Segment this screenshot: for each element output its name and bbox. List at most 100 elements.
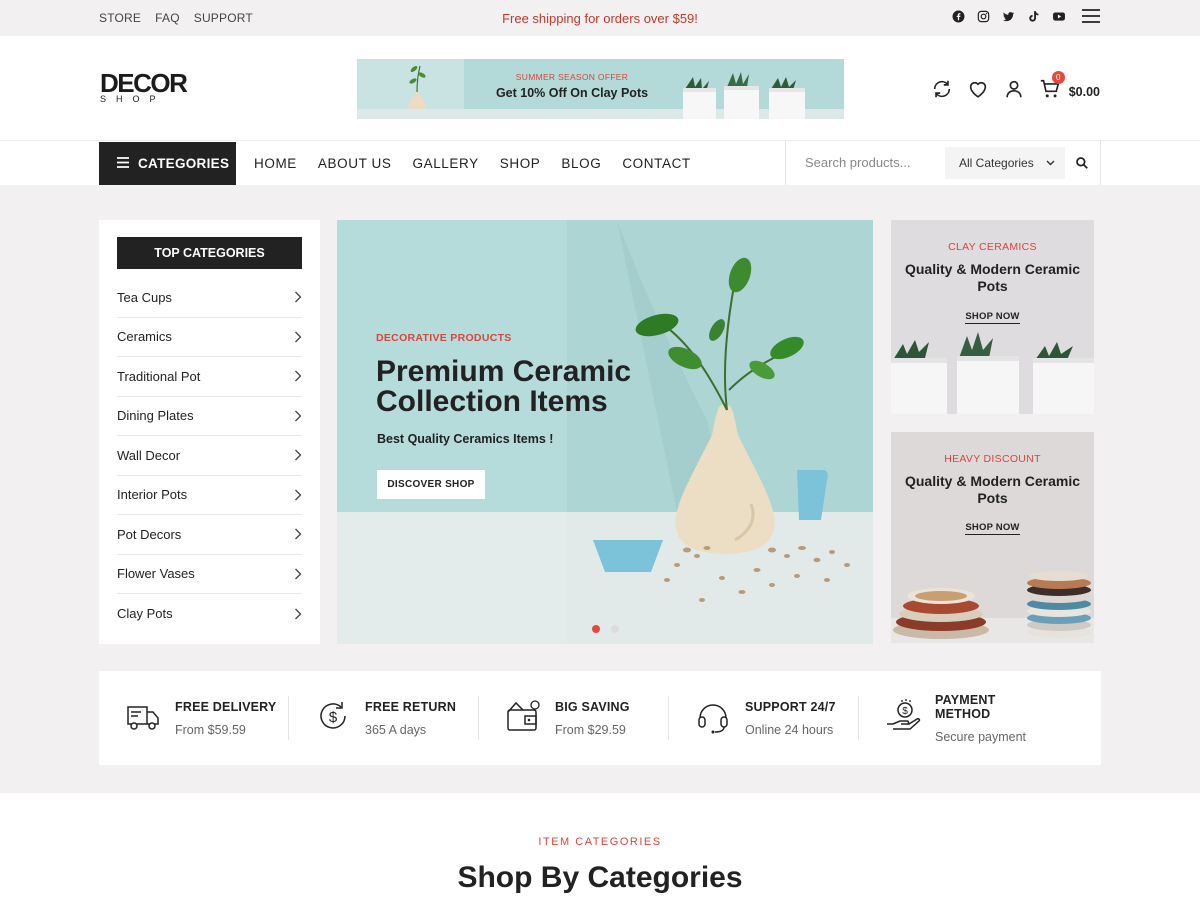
hero-tag: DECORATIVE PRODUCTS [376, 332, 512, 344]
chevron-right-icon [295, 528, 302, 540]
category-label: Pot Decors [117, 526, 182, 542]
search-category-select[interactable]: All Categories [945, 147, 1065, 179]
chevron-right-icon [295, 370, 302, 382]
tiktok-icon[interactable] [1027, 10, 1040, 23]
feature-subtitle: Online 24 hours [745, 722, 834, 737]
promo-banner[interactable]: SUMMER SEASON OFFER Get 10% Off On Clay … [357, 59, 844, 119]
logo-main-text: DECOR [100, 68, 188, 98]
category-item-traditional-pot[interactable]: Traditional Pot [117, 357, 302, 397]
payment-hand-icon: $ [885, 698, 921, 739]
menu-gallery[interactable]: GALLERY [412, 156, 478, 171]
chevron-right-icon [295, 410, 302, 422]
menu-about-us[interactable]: ABOUT US [318, 156, 392, 171]
menu-shop[interactable]: SHOP [500, 156, 541, 171]
menu: HOME ABOUT US GALLERY SHOP BLOG CONTACT [254, 156, 691, 171]
feature-title: BIG SAVING [555, 699, 630, 714]
menu-home[interactable]: HOME [254, 156, 297, 171]
chevron-right-icon [295, 608, 302, 620]
card-title: Quality & Modern Ceramic Pots [904, 261, 1081, 294]
category-item-dining-plates[interactable]: Dining Plates [117, 397, 302, 436]
compare-icon[interactable] [931, 78, 953, 105]
banner-big-text: Get 10% Off On Clay Pots [495, 86, 649, 100]
slider-dot-2[interactable] [611, 625, 619, 633]
feature-subtitle: From $59.59 [175, 722, 246, 737]
category-label: Dining Plates [117, 408, 194, 424]
feature-subtitle: From $29.59 [555, 722, 626, 737]
social-links [952, 9, 1100, 23]
shop-by-categories-section: ITEM CATEGORIES Shop By Categories [0, 793, 1200, 900]
category-item-tea-cups[interactable]: Tea Cups [117, 278, 302, 318]
feature-title: PAYMENT METHOD [935, 692, 996, 721]
wallet-icon [505, 698, 541, 739]
chevron-right-icon [295, 568, 302, 580]
chevron-down-icon [1046, 160, 1055, 166]
section-tag: ITEM CATEGORIES [538, 836, 662, 848]
discover-shop-button[interactable]: DISCOVER SHOP [377, 470, 485, 499]
section-title: Shop By Categories [457, 861, 743, 894]
menu-contact[interactable]: CONTACT [622, 156, 690, 171]
top-categories-title: TOP CATEGORIES [117, 237, 302, 269]
search-input[interactable] [805, 155, 935, 170]
promo-card-clay-ceramics[interactable]: CLAY CERAMICS Quality & Modern Ceramic P… [891, 220, 1094, 414]
truck-icon [125, 698, 161, 739]
search-bar: All Categories [785, 141, 1101, 185]
cart[interactable]: 0 $0.00 [1039, 71, 1100, 105]
categories-button[interactable]: CATEGORIES [99, 142, 236, 185]
banner-text: SUMMER SEASON OFFER Get 10% Off On Clay … [477, 72, 667, 100]
category-item-flower-vases[interactable]: Flower Vases [117, 555, 302, 594]
category-item-ceramics[interactable]: Ceramics [117, 318, 302, 357]
account-user-icon[interactable] [1003, 78, 1025, 105]
hero-subtitle: Best Quality Ceramics Items ! [377, 432, 554, 446]
feature-free-return: $ FREE RETURN 365 A days [289, 696, 479, 740]
cart-count-badge: 0 [1051, 71, 1065, 84]
shop-now-link[interactable]: SHOP NOW [891, 522, 1094, 535]
banner-small-text: SUMMER SEASON OFFER [515, 72, 629, 82]
category-label: Flower Vases [117, 566, 195, 582]
category-item-wall-decor[interactable]: Wall Decor [117, 436, 302, 476]
search-category-value: All Categories [959, 156, 1034, 170]
search-icon[interactable] [1075, 156, 1089, 175]
category-label: Wall Decor [117, 447, 181, 463]
card-tag: CLAY CERAMICS [948, 241, 1037, 253]
twitter-icon[interactable] [1002, 10, 1015, 23]
svg-text:$: $ [902, 706, 908, 717]
chevron-right-icon [295, 489, 302, 501]
top-bar: STORE FAQ SUPPORT Free shipping for orde… [0, 0, 1200, 36]
menu-blog[interactable]: BLOG [561, 156, 601, 171]
promo-card-heavy-discount[interactable]: HEAVY DISCOUNT Quality & Modern Ceramic … [891, 432, 1094, 643]
card-tag: HEAVY DISCOUNT [944, 453, 1041, 465]
hamburger-icon [117, 156, 129, 171]
category-label: Tea Cups [117, 289, 172, 305]
logo[interactable]: DECOR SHOP [100, 68, 188, 104]
instagram-icon[interactable] [977, 10, 990, 23]
stacked-plates-image [891, 571, 1094, 643]
shop-now-link[interactable]: SHOP NOW [891, 311, 1094, 324]
features-bar: FREE DELIVERY From $59.59 $ FREE RETURN … [99, 671, 1101, 765]
youtube-icon[interactable] [1052, 10, 1066, 23]
hero-title: Premium Ceramic Collection Items [376, 355, 632, 418]
wishlist-heart-icon[interactable] [967, 78, 989, 105]
category-item-interior-pots[interactable]: Interior Pots [117, 476, 302, 515]
cart-total: $0.00 [1068, 84, 1100, 99]
shop-now-label: SHOP NOW [965, 522, 1020, 535]
slider-dot-1[interactable] [592, 625, 600, 633]
feature-title: FREE RETURN [365, 699, 457, 714]
category-item-clay-pots[interactable]: Clay Pots [117, 594, 302, 634]
return-dollar-icon: $ [315, 698, 351, 739]
top-categories-panel: TOP CATEGORIES Tea Cups Ceramics Traditi… [99, 220, 320, 644]
categories-label: CATEGORIES [138, 156, 230, 171]
category-list: Tea Cups Ceramics Traditional Pot Dining… [117, 278, 302, 634]
category-label: Interior Pots [117, 487, 188, 503]
category-label: Ceramics [117, 329, 172, 345]
facebook-icon[interactable] [952, 10, 965, 23]
feature-subtitle: 365 A days [365, 722, 427, 737]
feature-title: SUPPORT 24/7 [745, 699, 836, 714]
category-item-pot-decors[interactable]: Pot Decors [117, 515, 302, 555]
succulent-pots-image [891, 332, 1094, 414]
shop-now-label: SHOP NOW [965, 311, 1020, 324]
menu-icon[interactable] [1082, 9, 1100, 23]
feature-payment-method: $ PAYMENT METHOD Secure payment [859, 692, 1049, 744]
potted-succulents-image [683, 72, 805, 119]
feature-subtitle: Secure payment [935, 729, 1027, 744]
feature-free-delivery: FREE DELIVERY From $59.59 [99, 696, 289, 740]
